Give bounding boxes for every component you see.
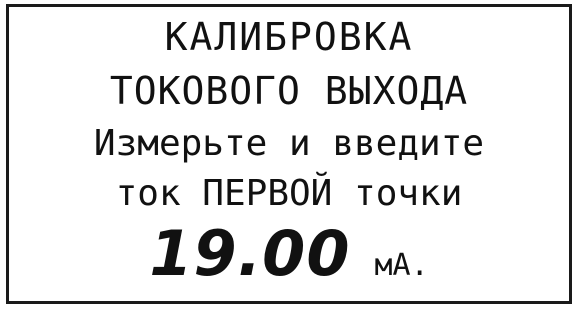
- current-value-row: 19.00 мА.: [9, 217, 569, 290]
- instruction-text-1: Измерьте и введите: [93, 123, 485, 164]
- screen-subtitle: ТОКОВОГО ВЫХОДА: [109, 69, 469, 113]
- current-value-field[interactable]: 19.00: [149, 217, 350, 290]
- unit-label: мА.: [374, 248, 429, 283]
- screen-title: КАЛИБРОВКА: [164, 15, 414, 59]
- lcd-display: КАЛИБРОВКА ТОКОВОГО ВЫХОДА Измерьте и вв…: [6, 4, 572, 304]
- instruction-text-2: ток ПЕРВОЙ точки: [115, 173, 463, 214]
